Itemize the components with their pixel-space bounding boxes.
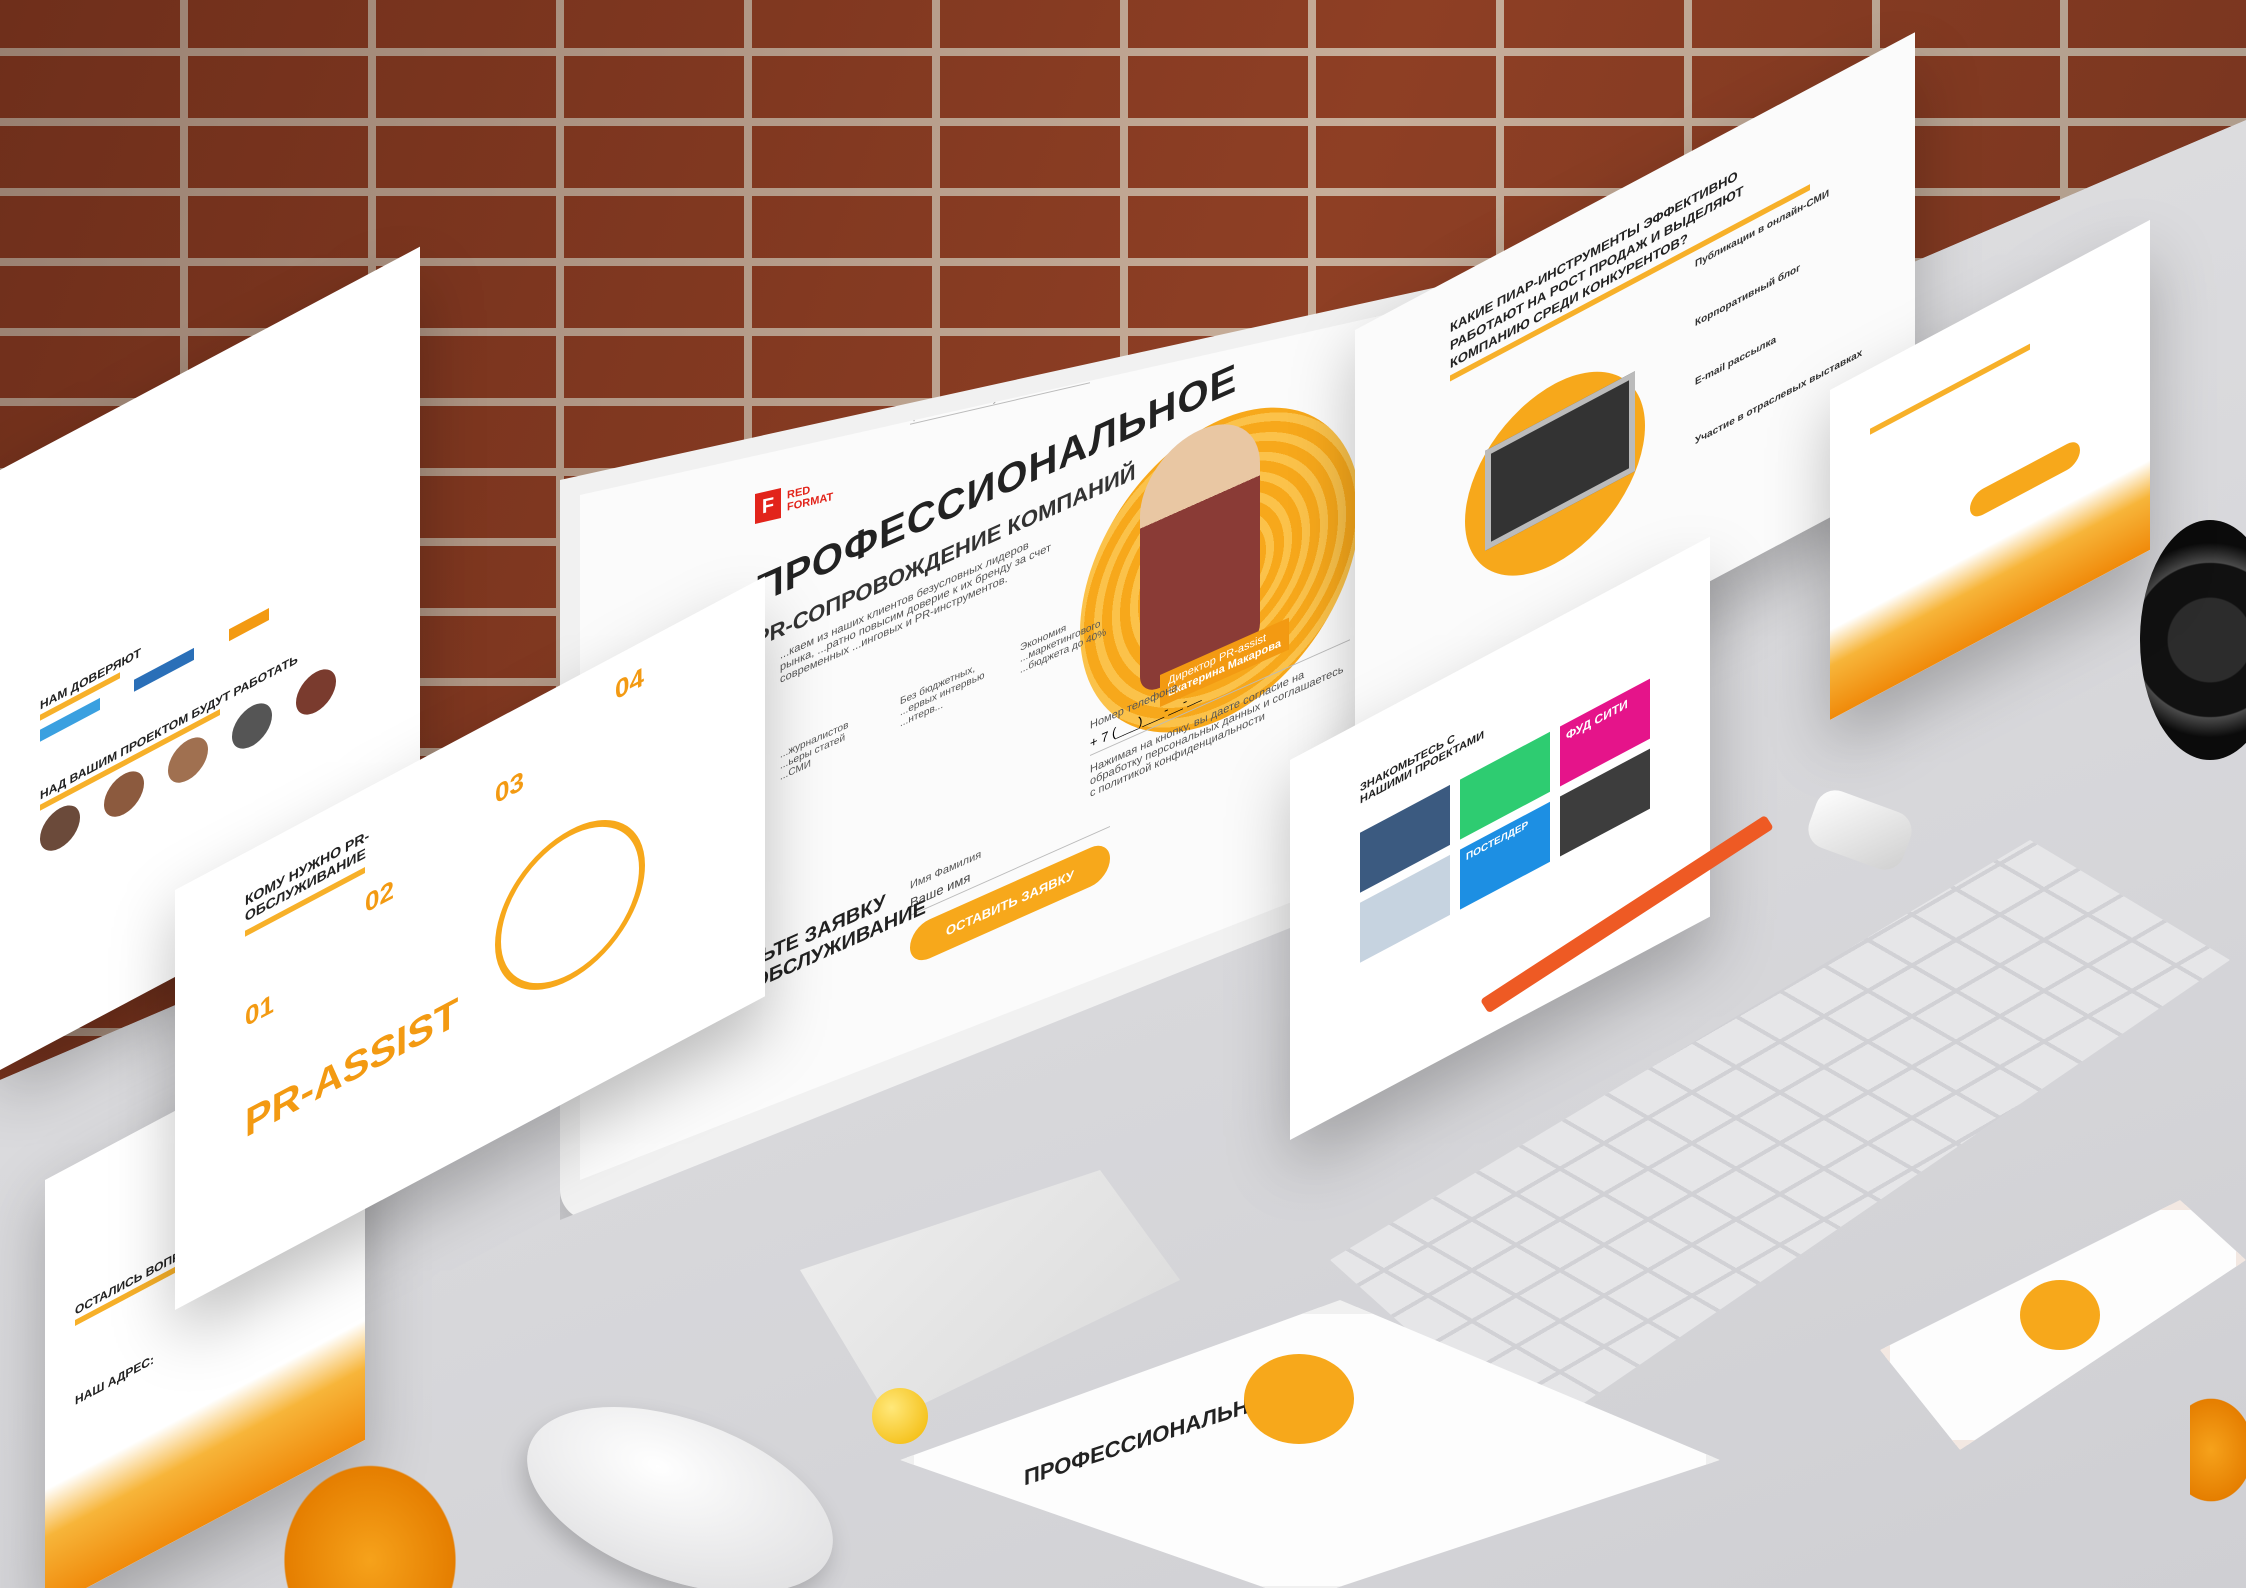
- avatar: [296, 661, 336, 723]
- step-number: 03: [495, 764, 524, 810]
- feature-item: ...журналистов ...ьеры статей ...СМИ: [780, 719, 849, 783]
- mockup-scene: НАМ ДОВЕРЯЮТ НАД ВАШИМ ПРОЕКТОМ БУДУТ РА…: [0, 0, 2246, 1588]
- case-tile-label: ФУД СИТИ: [1566, 696, 1628, 744]
- step-number: 04: [615, 660, 644, 707]
- brand-logo: F RED FORMAT: [755, 476, 833, 525]
- pr-assist-logo: PR-ASSIST: [245, 989, 459, 1147]
- step-number: 02: [365, 873, 394, 919]
- tablet-hero-blob: [1244, 1354, 1354, 1444]
- avatar: [232, 695, 272, 757]
- step-number: 01: [245, 987, 274, 1033]
- yellow-ball: [872, 1388, 928, 1444]
- logo-icon: F: [755, 488, 781, 525]
- flower-decoration: [2190, 1390, 2246, 1510]
- name-form: Имя Фамилия Ваше имя ОСТАВИТЬ ЗАЯВКУ: [910, 791, 1110, 967]
- feature-item: Без бюджетных, ...ервых интервью ...нтер…: [900, 663, 985, 730]
- apple-logo-icon: [1060, 1060, 1090, 1096]
- address-title: НАШ АДРЕС:: [75, 1352, 155, 1409]
- phone-illustration: [2020, 1280, 2100, 1350]
- flower-decoration: [270, 1450, 470, 1588]
- megaphone-illustration: [495, 790, 645, 1020]
- laptop-illustration: [1465, 335, 1645, 612]
